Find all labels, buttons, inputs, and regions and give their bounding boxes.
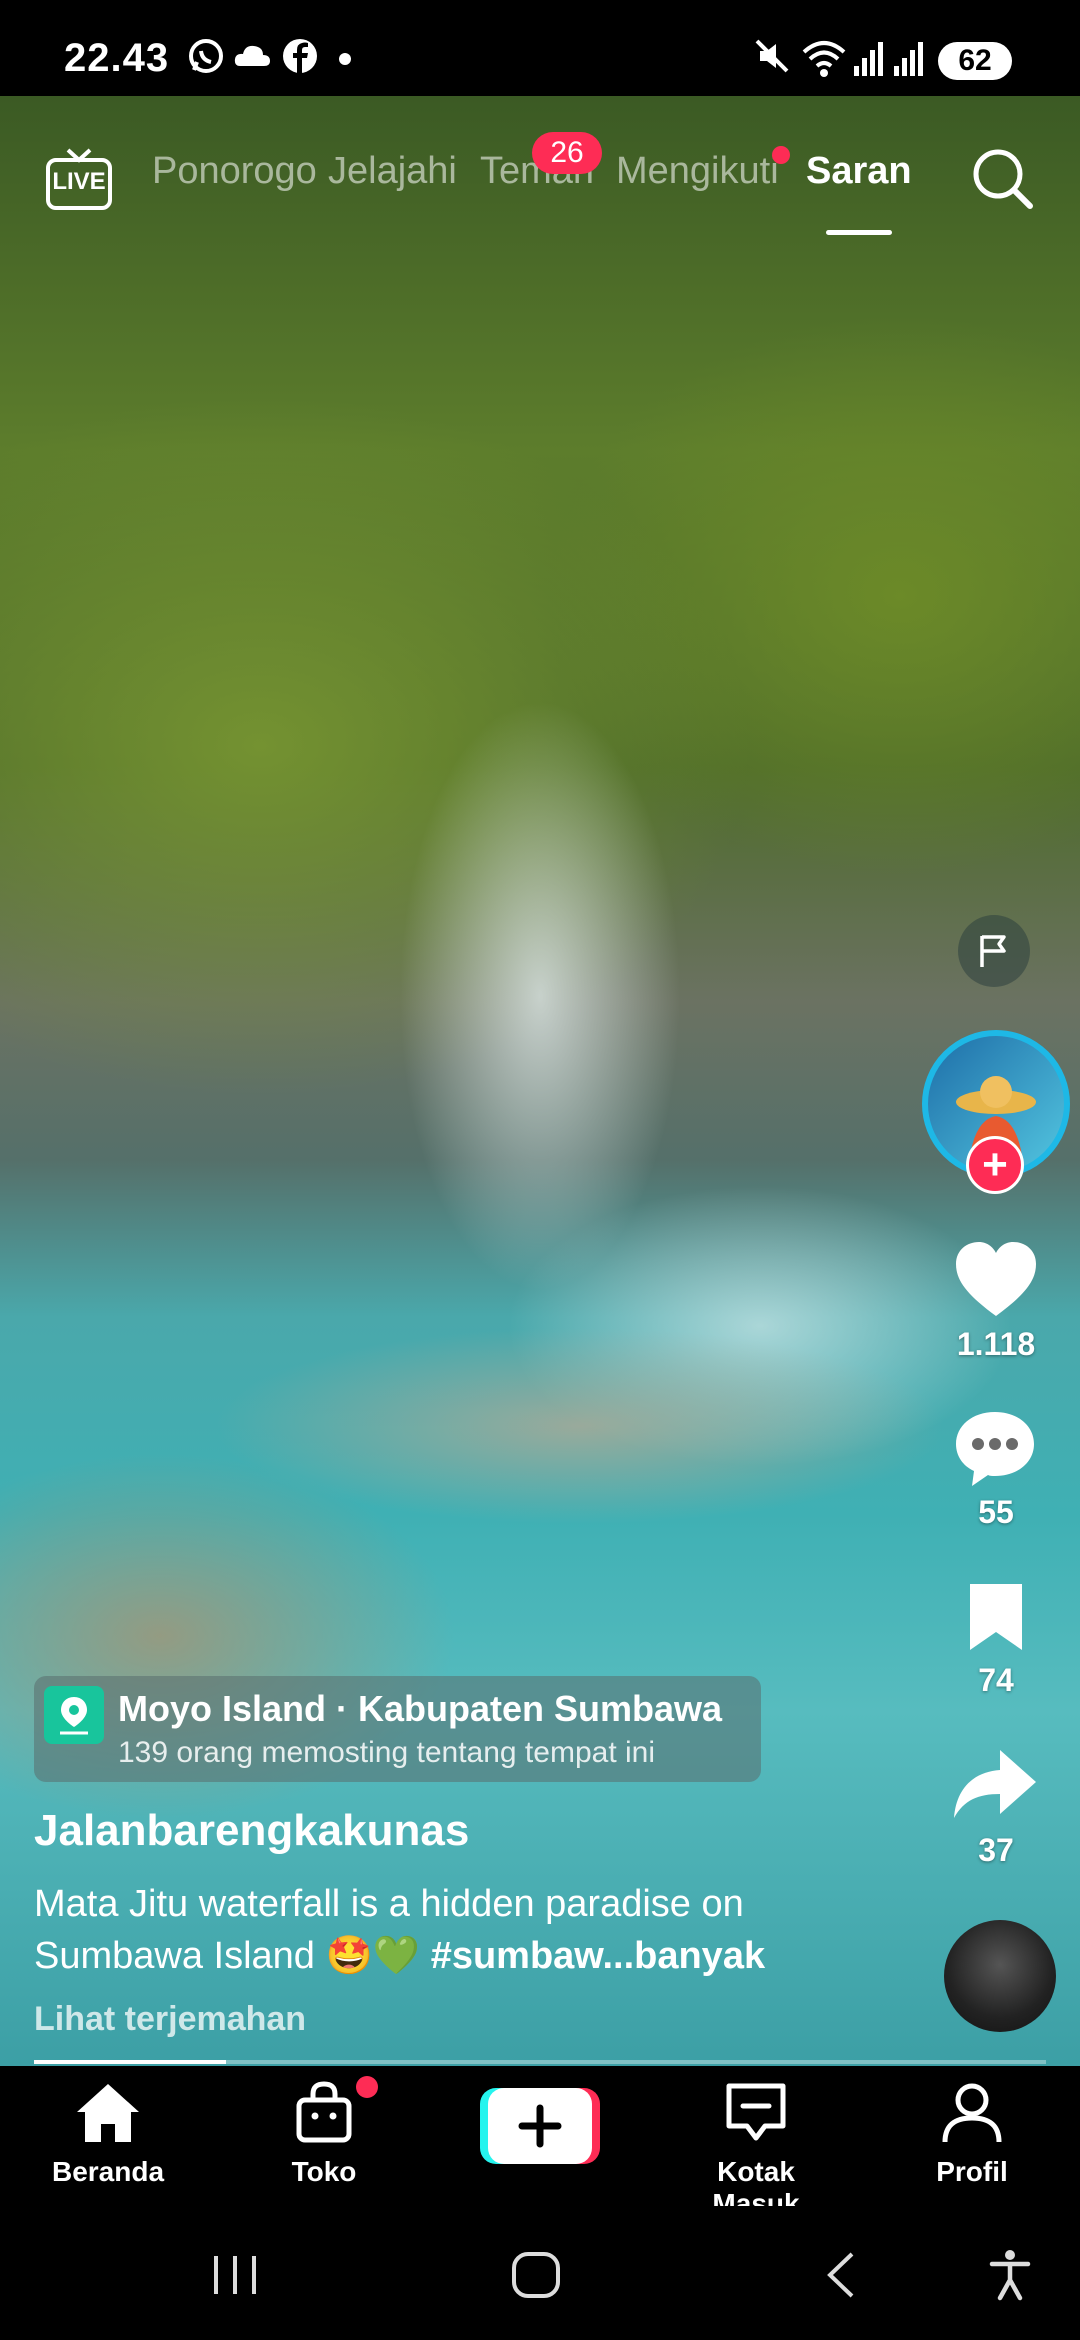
nav-toko[interactable]: Toko [244,2080,404,2187]
signal-1-icon [854,42,883,76]
active-tab-indicator [826,230,892,235]
comment-count: 55 [978,1494,1014,1530]
nav-beranda-label: Beranda [51,2156,165,2187]
back-icon[interactable] [822,2250,858,2300]
profile-icon [942,2083,1002,2143]
flag-icon [980,935,1006,967]
live-label: LIVE [52,168,106,195]
cloud-icon [234,45,270,66]
share-count: 37 [978,1832,1014,1868]
battery-indicator: 62 [938,42,1012,80]
home-icon [77,2084,139,2142]
shop-bag-icon [296,2081,352,2143]
nav-profil[interactable]: Profil [892,2080,1052,2187]
tab-ponorogo[interactable]: Ponorogo [152,150,317,193]
home-button-icon[interactable] [510,2250,562,2300]
facebook-icon [283,39,317,73]
location-title: Moyo Island · Kabupaten Sumbawa [118,1688,723,1729]
notification-dot-icon [339,53,351,65]
toko-notification-dot [356,2076,378,2098]
nav-toko-label: Toko [291,2156,357,2187]
follow-button[interactable]: + [966,1136,1024,1194]
tab-mengikuti[interactable]: Mengikuti [616,150,779,193]
report-flag-button[interactable] [958,915,1030,987]
like-count: 1.118 [956,1326,1036,1362]
recent-apps-icon[interactable] [210,2252,260,2298]
share-icon[interactable] [952,1746,1038,1822]
wifi-icon [802,41,846,77]
bookmark-count: 74 [978,1662,1014,1698]
tab-saran[interactable]: Saran [806,150,912,193]
location-pin-icon [44,1686,104,1744]
location-subtitle: 139 orang memosting tentang tempat ini [118,1736,655,1769]
battery-level: 62 [958,44,992,77]
mute-icon [755,39,789,73]
post-caption[interactable]: Mata Jitu waterfall is a hidden paradise… [34,1878,894,1982]
see-translation-link[interactable]: Lihat terjemahan [34,2000,306,2039]
nav-profil-label: Profil [936,2156,1008,2187]
comment-icon[interactable] [952,1408,1038,1490]
mengikuti-notification-dot [772,146,790,164]
search-icon[interactable] [968,144,1038,214]
status-time: 22.43 [64,36,170,80]
teman-count-badge: 26 [532,132,602,174]
heart-icon[interactable] [952,1240,1040,1320]
caption-hashtag[interactable]: #sumbaw...banyak [431,1935,765,1977]
inbox-icon [726,2083,786,2141]
accessibility-icon[interactable] [988,2248,1032,2302]
tab-jelajahi[interactable]: Jelajahi [328,150,457,193]
music-disc[interactable] [944,1920,1056,2032]
create-plus-icon[interactable] [480,2086,600,2166]
live-button[interactable]: LIVE [44,146,114,212]
bookmark-icon[interactable] [966,1580,1026,1654]
video-progress-fill [34,2060,227,2064]
nav-beranda[interactable]: Beranda [28,2080,188,2187]
whatsapp-icon [189,39,223,73]
signal-2-icon [894,42,923,76]
creator-username[interactable]: Jalanbarengkakunas [34,1806,469,1856]
nav-kotak-masuk[interactable]: Kotak Masuk [676,2080,836,2219]
